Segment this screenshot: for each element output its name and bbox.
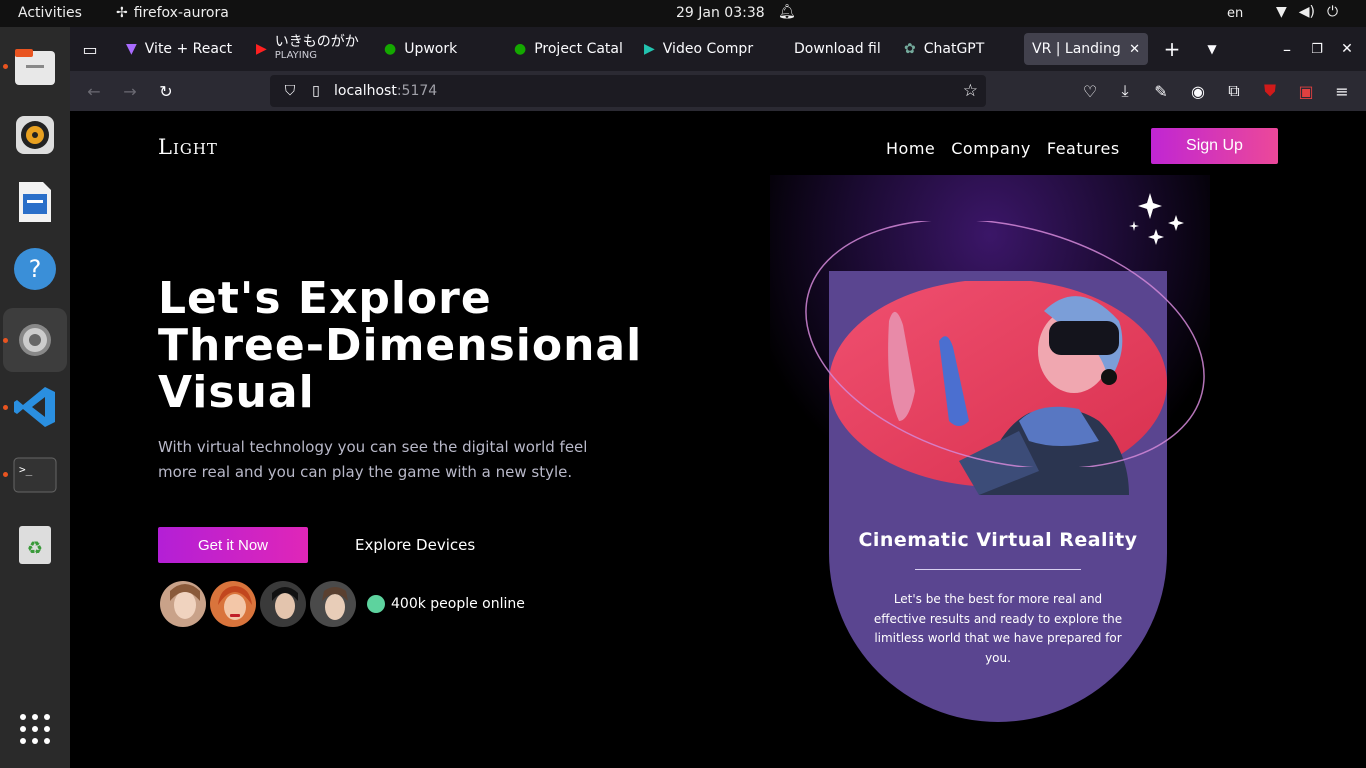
tab-chatgpt[interactable]: ✿ ChatGPT	[896, 33, 1016, 65]
extensions-icon[interactable]: ⧉	[1222, 79, 1246, 103]
orbit-ring	[805, 221, 1205, 467]
files-running-dot	[3, 64, 8, 69]
explore-devices-link[interactable]: Explore Devices	[355, 536, 475, 554]
site-logo[interactable]: Light	[158, 135, 218, 159]
ublock-icon[interactable]: ⛊	[1258, 79, 1282, 103]
close-window-icon[interactable]: ✕	[1335, 37, 1359, 61]
card-divider	[915, 569, 1081, 570]
chatgpt-favicon-icon: ✿	[904, 41, 916, 57]
tab-download-file[interactable]: Download fil	[766, 33, 886, 65]
online-dot-icon	[367, 595, 385, 613]
rhythmbox-icon[interactable]	[11, 111, 59, 159]
card-title: Cinematic Virtual Reality	[858, 529, 1138, 551]
reload-icon[interactable]: ↻	[154, 79, 178, 103]
browser-window: ▭ ▼ Vite + React ▶ いきものがか PLAYING ● Upwo…	[70, 27, 1366, 111]
wrench-icon[interactable]: ✎	[1149, 79, 1173, 103]
avatar	[258, 579, 308, 629]
show-apps-grid-icon[interactable]	[11, 705, 59, 753]
help-icon[interactable]: ?	[11, 245, 59, 293]
avatar	[158, 579, 208, 629]
back-arrow-icon[interactable]: ←	[82, 79, 106, 103]
svg-text:♻: ♻	[27, 538, 43, 559]
forward-arrow-icon[interactable]: →	[118, 79, 142, 103]
nav-toolbar: ← → ↻ ⛉ ▯ localhost :5174 ☆ ♡ ⤓ ✎ ◉ ⧉ ⛊ …	[70, 71, 1366, 111]
close-tab-icon[interactable]: ✕	[1129, 42, 1140, 57]
pocket-icon[interactable]: ♡	[1078, 79, 1102, 103]
shield-icon[interactable]: ⛉	[278, 83, 302, 99]
firefox-view-icon[interactable]: ▭	[78, 37, 102, 61]
nav-features[interactable]: Features	[1047, 139, 1120, 158]
notification-bell-icon: 🔔︎	[778, 4, 796, 20]
account-icon[interactable]: ◉	[1186, 79, 1210, 103]
vite-favicon-icon: ▼	[126, 41, 137, 57]
tab-strip: ▭ ▼ Vite + React ▶ いきものがか PLAYING ● Upwo…	[70, 27, 1366, 71]
svg-text:?: ?	[29, 255, 42, 283]
play-favicon-icon: ▶	[644, 41, 655, 57]
power-icon: ⏻	[1327, 4, 1339, 20]
maximize-icon[interactable]: ❐	[1305, 37, 1329, 61]
url-port: :5174	[396, 83, 438, 99]
clock[interactable]: 29 Jan 03:38	[676, 5, 765, 21]
tab-vite-react[interactable]: ▼ Vite + React	[118, 33, 246, 65]
card-text: Let's be the best for more real and effe…	[873, 592, 1123, 665]
minimize-icon[interactable]: –	[1275, 37, 1299, 61]
activities-button[interactable]: Activities	[18, 5, 82, 21]
libreoffice-writer-icon[interactable]	[11, 178, 59, 226]
new-tab-icon[interactable]: +	[1160, 37, 1184, 61]
url-host: localhost	[334, 83, 397, 99]
volume-icon: ◀)	[1298, 4, 1316, 20]
avatar-group	[158, 579, 358, 629]
hero-title: Let's Explore Three-Dimensional Visual	[158, 273, 643, 418]
extension-red-icon[interactable]: ▣	[1294, 79, 1318, 103]
firefox-app-icon: ✢	[116, 5, 128, 21]
list-tabs-chevron-down-icon[interactable]: ▼	[1200, 37, 1224, 61]
hamburger-menu-icon[interactable]: ≡	[1330, 79, 1354, 103]
system-tray[interactable]: ▼ ◀) ⏻	[1276, 4, 1338, 20]
files-icon[interactable]	[11, 43, 59, 91]
trash-icon[interactable]: ♻	[11, 520, 59, 568]
downloads-icon[interactable]: ⤓	[1113, 79, 1137, 103]
tab-video-compress[interactable]: ▶ Video Compr	[636, 33, 756, 65]
landing-page: Light Home Company Features Sign Up Let'…	[70, 111, 1366, 768]
tab-upwork[interactable]: ● Upwork	[376, 33, 494, 65]
settings-running-dot	[3, 338, 8, 343]
settings-gear-icon[interactable]	[11, 316, 59, 364]
upwork-favicon-icon: ●	[514, 41, 527, 57]
youtube-favicon-icon: ▶	[256, 41, 267, 57]
sparkle-stars-icon	[1129, 193, 1184, 245]
wifi-icon: ▼	[1276, 4, 1287, 20]
sign-up-button[interactable]: Sign Up	[1151, 128, 1278, 164]
app-name: firefox-aurora	[133, 5, 229, 21]
nav-home[interactable]: Home	[886, 139, 935, 158]
page-info-icon[interactable]: ▯	[306, 83, 326, 99]
svg-text:>_: >_	[19, 463, 33, 476]
tab-vr-landing[interactable]: VR | Landing-p ✕	[1024, 33, 1148, 65]
bookmark-star-icon[interactable]: ☆	[963, 81, 978, 101]
hero-description: With virtual technology you can see the …	[158, 438, 588, 481]
vscode-icon[interactable]	[11, 383, 59, 431]
system-top-bar: Activities ✢ firefox-aurora 29 Jan 03:38…	[0, 0, 1366, 27]
language-indicator[interactable]: en	[1227, 6, 1243, 21]
url-bar[interactable]: ⛉ ▯ localhost :5174 ☆	[270, 75, 986, 107]
dock: ? >_ ♻	[0, 27, 70, 768]
tab-project-catalog[interactable]: ● Project Catal	[506, 33, 626, 65]
terminal-running-dot	[3, 472, 8, 477]
app-menu[interactable]: ✢ firefox-aurora	[116, 5, 229, 21]
nav-company[interactable]: Company	[951, 139, 1031, 158]
upwork-favicon-icon: ●	[384, 41, 397, 57]
get-it-now-button[interactable]: Get it Now	[158, 527, 308, 563]
terminal-icon[interactable]: >_	[11, 451, 59, 499]
avatar	[308, 579, 358, 629]
tab-youtube[interactable]: ▶ いきものがか PLAYING	[248, 33, 364, 65]
avatar	[208, 579, 258, 629]
site-nav: Home Company Features	[886, 139, 1120, 158]
online-indicator: 400k people online	[367, 595, 525, 613]
vscode-running-dot	[3, 405, 8, 410]
